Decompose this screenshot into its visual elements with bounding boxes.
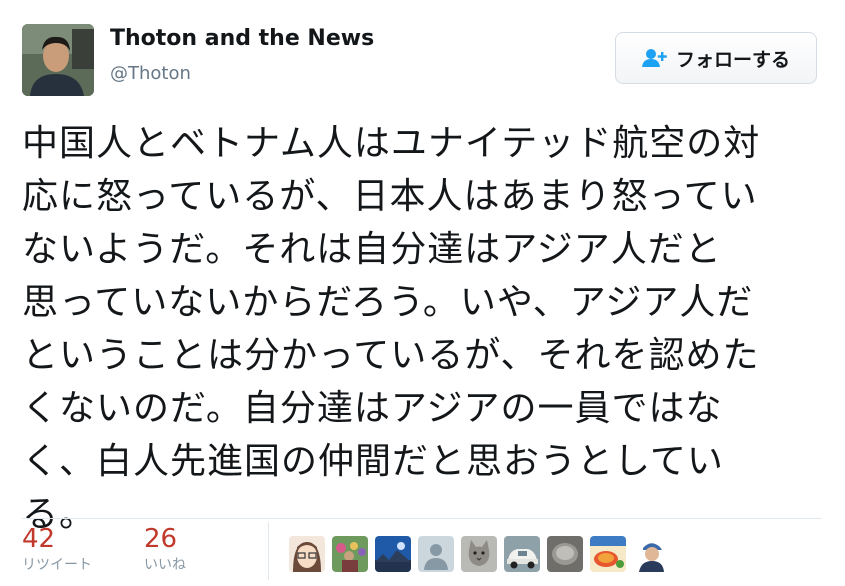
display-name[interactable]: Thoton and the News (110, 26, 374, 51)
liker-avatar[interactable] (547, 536, 583, 572)
car-avatar-icon (504, 536, 540, 572)
retweet-stat[interactable]: 42 リツイート (22, 522, 92, 574)
like-count: 26 (144, 524, 178, 554)
user-handle[interactable]: @Thoton (110, 63, 191, 84)
follow-user-icon (641, 49, 667, 67)
follow-button[interactable]: フォローする (615, 32, 817, 84)
food-avatar-icon (590, 536, 626, 572)
like-stat[interactable]: 26 いいね (144, 522, 186, 574)
liker-avatar[interactable] (375, 536, 411, 572)
liker-avatar[interactable] (418, 536, 454, 572)
liker-avatar[interactable] (461, 536, 497, 572)
person-photo-icon (22, 24, 94, 96)
cat-avatar-icon (461, 536, 497, 572)
liker-avatar[interactable] (590, 536, 626, 572)
crowd-avatar-icon (332, 536, 368, 572)
stat-separator (268, 522, 269, 580)
profile-avatar[interactable] (22, 24, 94, 96)
person-cap-avatar-icon (633, 536, 669, 572)
bowl-avatar-icon (547, 536, 583, 572)
liker-avatar[interactable] (633, 536, 669, 572)
follow-button-label: フォローする (675, 48, 790, 71)
anime-avatar-icon (289, 536, 325, 572)
divider (22, 518, 822, 519)
liker-avatar[interactable] (289, 536, 325, 572)
liker-avatar[interactable] (332, 536, 368, 572)
tweet-text: 中国人とベトナム人はユナイテッド航空の対 応に怒っているが、日本人はあまり怒って… (22, 123, 761, 535)
retweet-count: 42 (22, 524, 56, 554)
like-label: いいね (144, 557, 186, 573)
retweet-label: リツイート (22, 557, 92, 573)
sky-avatar-icon (375, 536, 411, 572)
default-avatar-icon (418, 536, 454, 572)
liker-avatar[interactable] (504, 536, 540, 572)
liked-by-avatars (289, 536, 669, 572)
